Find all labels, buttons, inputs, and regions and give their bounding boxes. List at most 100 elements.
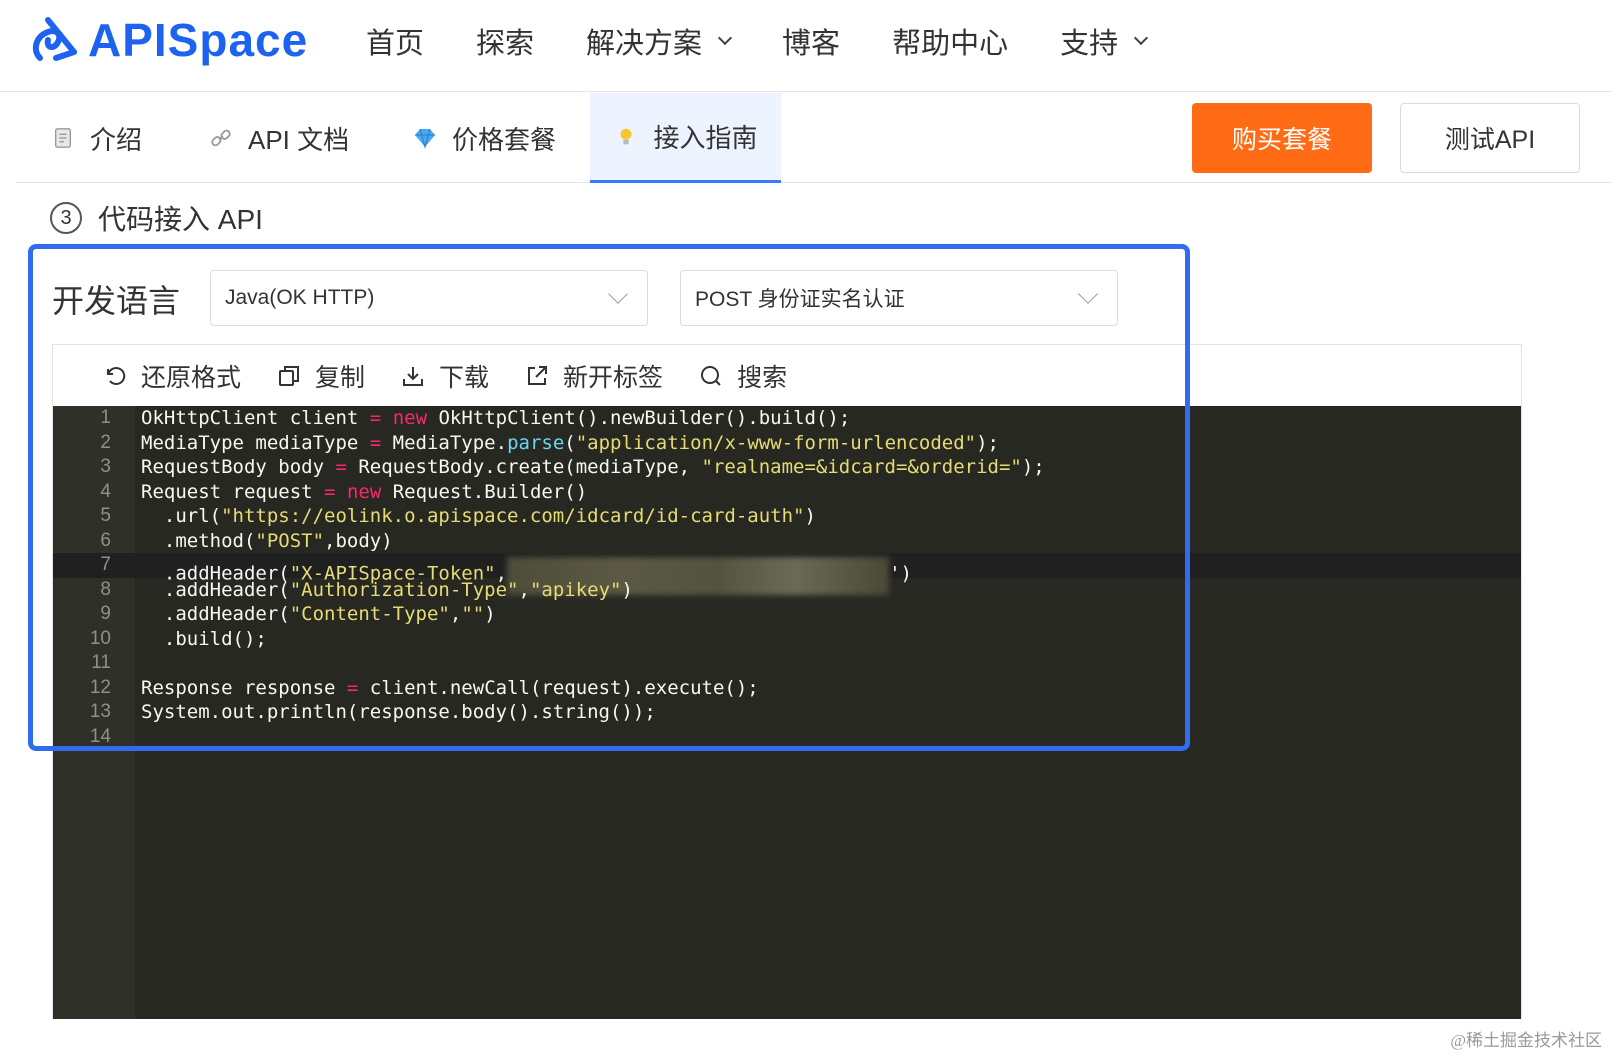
- editor-toolbar: 还原格式 复制 下载 新开标签 搜索: [53, 345, 1521, 406]
- section-heading: 3 代码接入 API: [50, 198, 263, 238]
- nav-item-home[interactable]: 首页: [366, 20, 424, 62]
- nav-item-explore[interactable]: 探索: [476, 20, 534, 62]
- code-line: 3 RequestBody body = RequestBody.create(m…: [53, 455, 1521, 480]
- line-number: 3: [100, 456, 111, 477]
- download-button[interactable]: 下载: [401, 358, 489, 394]
- nav-menu: 首页 探索 解决方案 博客 帮助中心 支持: [366, 20, 1198, 62]
- tab-bar: 介绍 API 文档 价格套餐 接入指南: [16, 93, 1612, 183]
- code-line: 13 System.out.println(response.body().str…: [53, 700, 1521, 725]
- search-button[interactable]: 搜索: [699, 358, 787, 394]
- reset-format-button[interactable]: 还原格式: [103, 358, 241, 394]
- tool-label: 下载: [439, 363, 490, 392]
- chevron-down-icon: [1078, 284, 1098, 304]
- nav-item-help[interactable]: 帮助中心: [892, 20, 1008, 62]
- top-nav: APISpace 首页 探索 解决方案 博客 帮助中心 支持: [0, 0, 1612, 92]
- code-line: 11: [53, 651, 1521, 676]
- nav-item-label: 帮助中心: [892, 28, 1009, 60]
- chevron-down-icon: [717, 30, 733, 46]
- chevron-down-icon: [1134, 30, 1149, 46]
- step-number: 3: [50, 202, 82, 234]
- tab-intro[interactable]: 介绍: [50, 93, 170, 183]
- language-select[interactable]: Java(OK HTTP): [210, 270, 648, 326]
- code-area[interactable]: 1 OkHttpClient client = new OkHttpClient(…: [53, 406, 1521, 1019]
- code-line: 2 MediaType mediaType = MediaType.parse("…: [53, 431, 1521, 456]
- line-number: 7: [100, 554, 111, 575]
- tab-label: 接入指南: [653, 123, 758, 153]
- nav-item-label: 博客: [782, 28, 841, 60]
- chevron-down-icon: [608, 284, 628, 304]
- code-text: .url("https://eolink.o.apispace.com/idca…: [141, 505, 816, 527]
- nav-item-label: 解决方案: [586, 28, 703, 60]
- code-text: MediaType mediaType = MediaType.parse("a…: [141, 431, 999, 454]
- logo[interactable]: APISpace: [26, 12, 308, 68]
- tab-label: 介绍: [90, 124, 143, 155]
- code-text: Response response = client.newCall(reque…: [141, 676, 759, 699]
- line-number: 12: [89, 676, 111, 698]
- copy-button[interactable]: 复制: [277, 358, 365, 394]
- nav-item-label: 支持: [1060, 28, 1119, 60]
- code-line: 12 Response response = client.newCall(req…: [53, 676, 1521, 701]
- search-icon: [701, 365, 721, 386]
- code-line: 5 .url("https://eolink.o.apispace.com/id…: [53, 504, 1521, 529]
- logo-icon: [32, 17, 77, 61]
- download-icon: [403, 366, 424, 386]
- tab-label: 价格套餐: [452, 124, 557, 155]
- line-number: 1: [100, 407, 111, 428]
- test-api-button[interactable]: 测试API: [1400, 103, 1580, 173]
- diamond-icon: [412, 125, 438, 151]
- tool-label: 复制: [315, 363, 366, 392]
- code-line: 1 OkHttpClient client = new OkHttpClient(…: [53, 406, 1521, 431]
- document-icon: [50, 125, 76, 151]
- language-select-value: Java(OK HTTP): [225, 286, 375, 309]
- logo-text: APISpace: [88, 14, 309, 66]
- tab-api-docs[interactable]: API 文档: [208, 93, 368, 183]
- code-line: 9 .addHeader("Content-Type",""): [53, 602, 1521, 627]
- code-line: 6 .method("POST",body): [53, 529, 1521, 554]
- code-text: .method("POST",body): [141, 529, 393, 552]
- line-number: 6: [100, 529, 111, 551]
- nav-item-blog[interactable]: 博客: [782, 20, 840, 62]
- line-number: 9: [100, 603, 111, 624]
- tool-label: 新开标签: [563, 363, 664, 392]
- watermark: @稀土掘金技术社区: [1450, 1031, 1602, 1050]
- code-text: RequestBody body = RequestBody.create(me…: [141, 456, 1045, 478]
- tool-label: 搜索: [737, 363, 788, 392]
- code-line: 14: [53, 725, 1521, 750]
- line-number: 10: [89, 627, 111, 649]
- step-title: 代码接入 API: [98, 204, 263, 235]
- api-select[interactable]: POST 身份证实名认证: [680, 270, 1118, 326]
- line-number: 8: [100, 578, 111, 600]
- nav-item-label: 首页: [366, 28, 425, 60]
- tab-label: API 文档: [248, 124, 350, 155]
- code-text: .addHeader("Authorization-Type","apikey"…: [141, 578, 633, 601]
- tab-pricing[interactable]: 价格套餐: [412, 93, 572, 183]
- code-text: System.out.println(response.body().strin…: [141, 701, 656, 723]
- line-number: 14: [89, 725, 111, 747]
- code-text: .build();: [141, 627, 267, 650]
- copy-icon: [279, 365, 300, 386]
- lightbulb-icon: [613, 124, 639, 150]
- line-number: 13: [89, 701, 111, 722]
- api-select-value: POST 身份证实名认证: [695, 288, 905, 311]
- undo-icon: [107, 366, 126, 385]
- new-tab-button[interactable]: 新开标签: [525, 358, 663, 394]
- code-line: 8 .addHeader("Authorization-Type","apike…: [53, 578, 1521, 603]
- external-link-icon: [528, 365, 548, 385]
- code-line-active: 7 .addHeader("X-APISpace-Token", '): [53, 553, 1521, 595]
- link-icon: [208, 125, 234, 151]
- language-label: 开发语言: [52, 283, 181, 319]
- code-text: Request request = new Request.Builder(): [141, 480, 588, 503]
- buy-plan-button[interactable]: 购买套餐: [1192, 103, 1372, 173]
- nav-item-label: 探索: [476, 28, 535, 60]
- code-line: 10 .build();: [53, 627, 1521, 652]
- nav-item-support[interactable]: 支持: [1060, 20, 1149, 62]
- code-line: 4 Request request = new Request.Builder(): [53, 480, 1521, 505]
- line-number: 2: [100, 431, 111, 453]
- code-editor: 还原格式 复制 下载 新开标签 搜索 1 OkHttpClient client …: [52, 344, 1522, 1019]
- code-text: OkHttpClient client = new OkHttpClient()…: [141, 407, 851, 429]
- code-text: .addHeader("Content-Type",""): [141, 603, 496, 625]
- nav-item-solutions[interactable]: 解决方案: [586, 20, 733, 62]
- line-number: 4: [100, 480, 111, 502]
- tab-access-guide[interactable]: 接入指南: [590, 93, 781, 183]
- tool-label: 还原格式: [141, 363, 242, 392]
